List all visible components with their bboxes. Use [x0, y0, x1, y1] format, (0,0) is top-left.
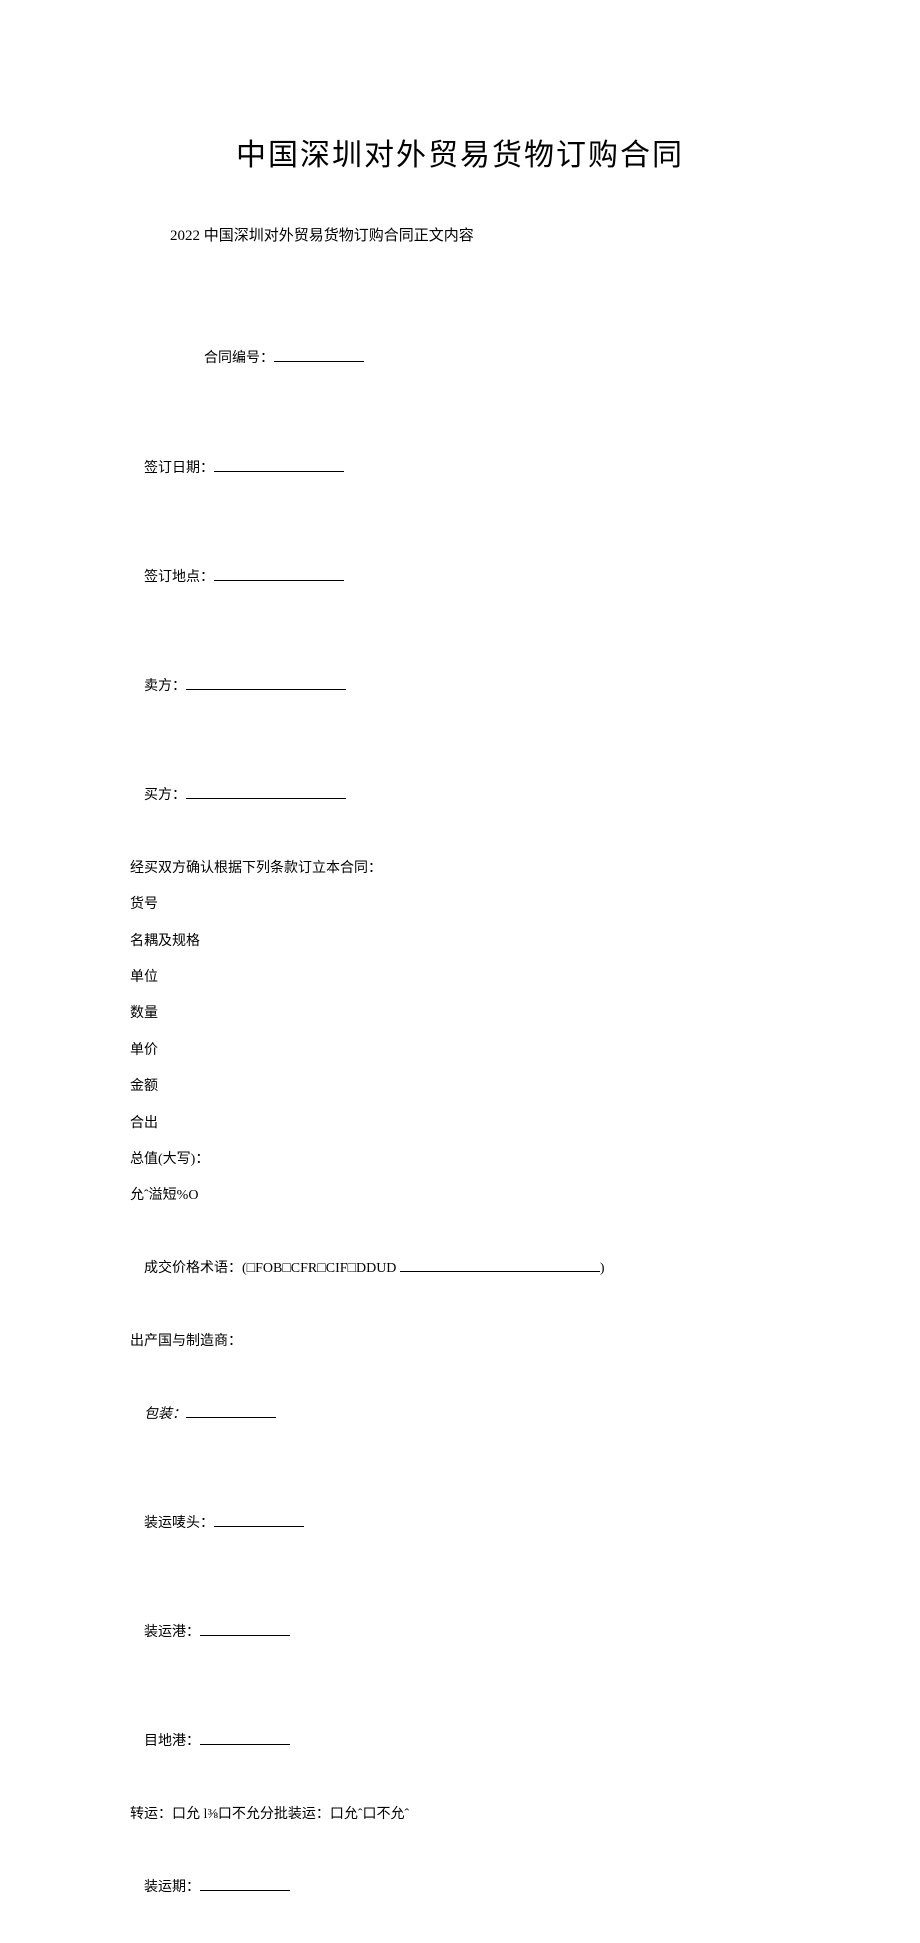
price-terms-label: 成交价格术语：(□FOB□CFR□CIF□DDUD	[144, 1261, 400, 1276]
buyer-line: 买方：	[130, 742, 790, 851]
transshipment-label: 转运：口允 l⅜口不允分批装运：口允ˆ口不允ˆ	[130, 1797, 790, 1833]
sign-place-blank	[214, 567, 344, 581]
contract-number-line: 合同编号：	[190, 305, 790, 414]
shipment-period-label: 装运期：	[144, 1880, 200, 1895]
seller-blank	[186, 676, 346, 690]
loading-port-label: 装运港：	[144, 1625, 200, 1640]
unit-label: 单位	[130, 960, 790, 996]
document-title: 中国深圳对外贸易货物订购合同	[130, 130, 790, 174]
total-out-label: 合出	[130, 1106, 790, 1142]
buyer-label: 买方：	[144, 788, 186, 803]
price-terms-line: 成交价格术语：(□FOB□CFR□CIF□DDUD )	[130, 1215, 790, 1324]
seller-line: 卖方：	[130, 633, 790, 742]
shipping-mark-label: 装运唛头：	[144, 1516, 214, 1531]
total-value-label: 总值(大写)：	[130, 1142, 790, 1178]
price-terms-end: )	[600, 1261, 605, 1276]
price-terms-blank	[400, 1258, 600, 1272]
dest-port-label: 目地港：	[144, 1734, 200, 1749]
loading-port-line: 装运港：	[130, 1579, 790, 1688]
sign-date-blank	[214, 458, 344, 472]
seller-label: 卖方：	[144, 679, 186, 694]
tolerance-label: 允ˆ溢短%O	[130, 1178, 790, 1214]
shipping-mark-line: 装运唛头：	[130, 1470, 790, 1579]
unit-price-label: 单价	[130, 1033, 790, 1069]
confirm-text: 经买双方确认根据下列条款订立本合同：	[130, 851, 790, 887]
name-spec-label: 名耦及规格	[130, 924, 790, 960]
sign-place-label: 签订地点：	[144, 570, 214, 585]
loading-port-blank	[200, 1622, 290, 1636]
sign-date-label: 签订日期：	[144, 461, 214, 476]
shipment-period-line: 装运期：	[130, 1833, 790, 1942]
sign-date-line: 签订日期：	[130, 414, 790, 523]
contract-body: 合同编号： 签订日期： 签订地点： 卖方： 买方： 经买双方确认根据下列条款订立…	[130, 305, 790, 1943]
shipment-period-blank	[200, 1877, 290, 1891]
dest-port-blank	[200, 1731, 290, 1745]
item-number-label: 货号	[130, 887, 790, 923]
dest-port-line: 目地港：	[130, 1688, 790, 1797]
sign-place-line: 签订地点：	[130, 523, 790, 632]
packaging-line: 包装：	[130, 1360, 790, 1469]
origin-label: 出产国与制造商：	[130, 1324, 790, 1360]
contract-number-blank	[274, 348, 364, 362]
shipping-mark-blank	[214, 1513, 304, 1527]
packaging-label: 包装：	[144, 1407, 186, 1422]
document-subtitle: 2022 中国深圳对外贸易货物订购合同正文内容	[170, 224, 790, 245]
buyer-blank	[186, 785, 346, 799]
amount-label: 金额	[130, 1069, 790, 1105]
contract-number-label: 合同编号：	[204, 351, 274, 366]
quantity-label: 数量	[130, 996, 790, 1032]
packaging-blank	[186, 1404, 276, 1418]
